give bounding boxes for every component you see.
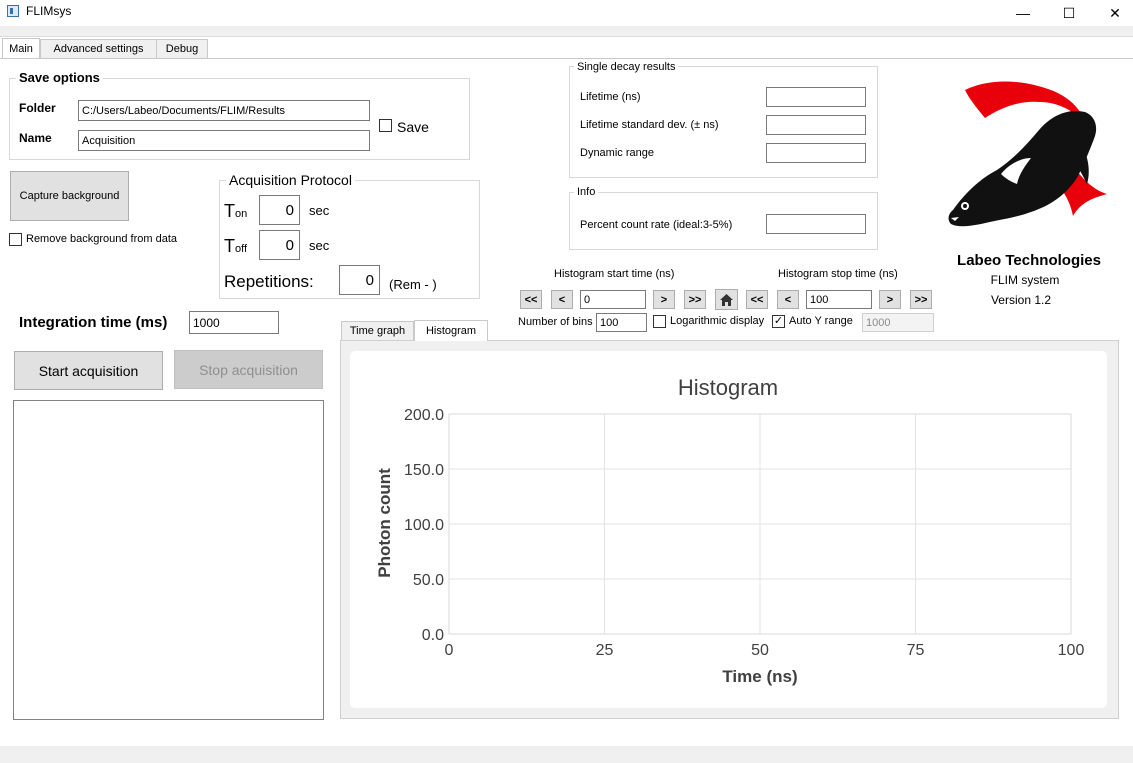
x-tick-label: 25 — [596, 642, 614, 659]
chart-grid — [448, 413, 1072, 635]
auto-y-label: Auto Y range — [789, 315, 853, 327]
ton-label: Ton — [224, 201, 247, 222]
company-name: Labeo Technologies — [957, 252, 1101, 269]
x-tick-label: 100 — [1058, 642, 1085, 659]
single-decay-title: Single decay results — [574, 61, 679, 73]
name-label: Name — [19, 131, 52, 145]
y-tick-label: 50.0 — [413, 572, 444, 589]
start-next-button[interactable]: > — [653, 290, 675, 309]
chart-ticks: 0 25 50 75 100 0.0 50.0 100.0 150.0 200.0 — [404, 407, 1084, 659]
lifetime-std-output — [766, 115, 866, 135]
minimize-button[interactable]: — — [1000, 0, 1046, 26]
app-icon — [7, 5, 19, 17]
log-display-checkbox[interactable] — [653, 315, 666, 328]
ton-label-main: T — [224, 201, 235, 221]
info-title: Info — [574, 186, 599, 198]
dynamic-range-label: Dynamic range — [580, 147, 654, 159]
y-tick-label: 200.0 — [404, 407, 444, 424]
chart-y-axis-label: Photon count — [375, 468, 394, 578]
lifetime-std-label: Lifetime standard dev. (± ns) — [580, 119, 719, 131]
log-display-label: Logarithmic display — [670, 315, 765, 327]
ton-unit: sec — [309, 203, 330, 218]
close-button[interactable]: ✕ — [1092, 0, 1133, 26]
log-panel[interactable] — [13, 400, 324, 720]
toff-input[interactable]: 0 — [259, 230, 300, 260]
dynamic-range-output — [766, 143, 866, 163]
histogram-stop-input[interactable]: 100 — [806, 290, 872, 309]
percent-count-label: Percent count rate (ideal:3-5%) — [580, 219, 733, 231]
stop-first-button[interactable]: << — [746, 290, 768, 309]
chart-title: Histogram — [678, 375, 778, 400]
maximize-button[interactable]: ☐ — [1046, 0, 1092, 26]
stop-prev-button[interactable]: < — [777, 290, 799, 309]
toff-label-sub: off — [235, 243, 248, 255]
home-icon — [720, 293, 733, 306]
save-checkbox[interactable] — [379, 119, 392, 132]
version-label: Version 1.2 — [990, 293, 1052, 307]
x-tick-label: 75 — [907, 642, 925, 659]
tab-advanced-settings[interactable]: Advanced settings — [40, 39, 157, 58]
histogram-start-label: Histogram start time (ns) — [554, 268, 675, 280]
save-checkbox-label: Save — [397, 119, 429, 135]
histogram-stop-label: Histogram stop time (ns) — [778, 268, 898, 280]
repetitions-label: Repetitions: — [224, 272, 314, 291]
bins-input[interactable]: 100 — [596, 313, 647, 332]
folder-label: Folder — [19, 101, 56, 115]
start-last-button[interactable]: >> — [684, 290, 706, 309]
acquisition-protocol-title: Acquisition Protocol — [226, 172, 355, 188]
integration-time-label: Integration time (ms) — [19, 314, 168, 331]
x-tick-label: 0 — [445, 642, 454, 659]
menu-bar — [0, 26, 1133, 37]
ton-label-sub: on — [235, 208, 248, 220]
tab-main[interactable]: Main — [2, 38, 40, 58]
tab-debug[interactable]: Debug — [156, 39, 208, 58]
toff-label-main: T — [224, 236, 235, 256]
tab-time-graph[interactable]: Time graph — [341, 321, 414, 340]
start-prev-button[interactable]: < — [551, 290, 573, 309]
fish-logo-icon — [948, 81, 1107, 227]
y-tick-label: 0.0 — [422, 627, 444, 644]
stop-acquisition-button[interactable]: Stop acquisition — [174, 350, 323, 389]
checkmark-icon: ✓ — [773, 315, 784, 327]
x-tick-label: 50 — [751, 642, 769, 659]
toff-label: Toff — [224, 236, 247, 257]
capture-background-button[interactable]: Capture background — [10, 171, 129, 221]
start-first-button[interactable]: << — [520, 290, 542, 309]
chart-x-axis-label: Time (ns) — [722, 667, 797, 686]
bins-label: Number of bins — [518, 316, 593, 328]
toff-unit: sec — [309, 238, 330, 253]
window-title: FLIMsys — [26, 4, 72, 18]
histogram-start-input[interactable]: 0 — [580, 290, 646, 309]
y-tick-label: 150.0 — [404, 462, 444, 479]
remove-background-checkbox[interactable] — [9, 233, 22, 246]
repetitions-input[interactable]: 0 — [339, 265, 380, 295]
remaining-repetitions: (Rem - ) — [389, 277, 437, 292]
remove-background-label: Remove background from data — [26, 233, 178, 245]
stop-last-button[interactable]: >> — [910, 290, 932, 309]
save-options-title: Save options — [16, 70, 103, 85]
histogram-chart[interactable]: Histogram Time (ns) Photon count 0 25 50 75… — [350, 351, 1107, 708]
name-input[interactable]: Acquisition — [78, 130, 370, 151]
auto-y-checkbox[interactable]: ✓ — [772, 315, 785, 328]
lifetime-label: Lifetime (ns) — [580, 91, 641, 103]
product-name: FLIM system — [990, 273, 1060, 287]
auto-y-value-input[interactable]: 1000 — [862, 313, 934, 332]
y-tick-label: 100.0 — [404, 517, 444, 534]
start-acquisition-button[interactable]: Start acquisition — [14, 351, 163, 390]
home-button[interactable] — [715, 289, 738, 310]
percent-count-output — [766, 214, 866, 234]
stop-next-button[interactable]: > — [879, 290, 901, 309]
folder-input[interactable]: C:/Users/Labeo/Documents/FLIM/Results — [78, 100, 370, 121]
tab-histogram[interactable]: Histogram — [414, 320, 488, 341]
title-bar: FLIMsys — ☐ ✕ — [0, 0, 1133, 26]
ton-input[interactable]: 0 — [259, 195, 300, 225]
tab-divider — [0, 58, 1133, 59]
lifetime-output — [766, 87, 866, 107]
status-bar — [0, 746, 1133, 763]
integration-time-input[interactable]: 1000 — [189, 311, 279, 334]
